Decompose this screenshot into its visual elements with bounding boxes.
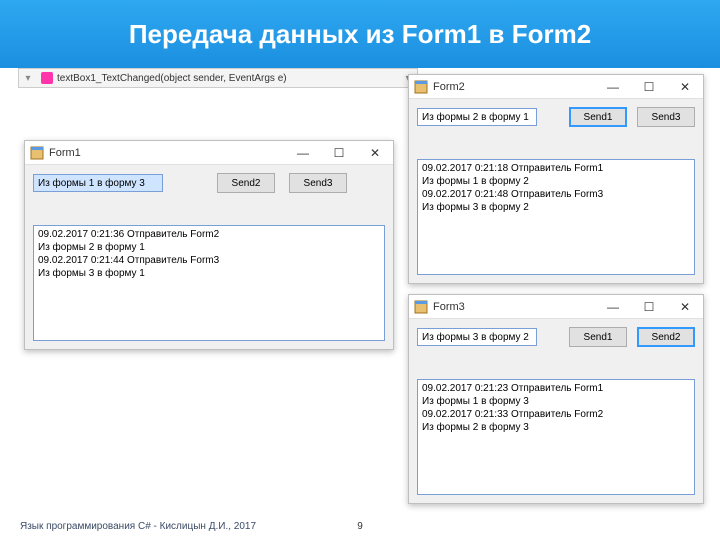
minimize-button[interactable]: — — [595, 75, 631, 99]
minimize-button[interactable]: — — [285, 141, 321, 165]
page-number: 9 — [357, 521, 363, 532]
titlebar[interactable]: Form3 — ☐ ✕ — [409, 295, 703, 319]
send3-button[interactable]: Send3 — [637, 107, 695, 127]
minimize-button[interactable]: — — [595, 295, 631, 319]
send2-button[interactable]: Send2 — [217, 173, 275, 193]
app-icon — [414, 80, 428, 94]
window-form3: Form3 — ☐ ✕ Из формы 3 в форму 2 Send1 S… — [408, 294, 704, 504]
window-form1: Form1 — ☐ ✕ Из формы 1 в форму 3 Send2 S… — [24, 140, 394, 350]
send2-button[interactable]: Send2 — [637, 327, 695, 347]
lightning-icon — [41, 72, 53, 84]
window-title: Form3 — [433, 301, 595, 313]
send1-button[interactable]: Send1 — [569, 327, 627, 347]
input-message[interactable]: Из формы 3 в форму 2 — [417, 328, 537, 346]
footer-text: Язык программирования C# - Кислицын Д.И.… — [20, 521, 256, 532]
vs-method-name: textBox1_TextChanged(object sender, Even… — [57, 73, 399, 84]
send1-button[interactable]: Send1 — [569, 107, 627, 127]
titlebar[interactable]: Form2 — ☐ ✕ — [409, 75, 703, 99]
app-icon — [414, 300, 428, 314]
window-form2: Form2 — ☐ ✕ Из формы 2 в форму 1 Send1 S… — [408, 74, 704, 284]
maximize-button[interactable]: ☐ — [631, 75, 667, 99]
titlebar[interactable]: Form1 — ☐ ✕ — [25, 141, 393, 165]
close-button[interactable]: ✕ — [357, 141, 393, 165]
input-message[interactable]: Из формы 1 в форму 3 — [33, 174, 163, 192]
close-button[interactable]: ✕ — [667, 75, 703, 99]
log-box[interactable]: 09.02.2017 0:21:18 Отправитель Form1 Из … — [417, 159, 695, 275]
vs-method-dropdown[interactable]: ▾ textBox1_TextChanged(object sender, Ev… — [18, 68, 418, 88]
send3-button[interactable]: Send3 — [289, 173, 347, 193]
maximize-button[interactable]: ☐ — [321, 141, 357, 165]
window-title: Form1 — [49, 147, 285, 159]
log-box[interactable]: 09.02.2017 0:21:36 Отправитель Form2 Из … — [33, 225, 385, 341]
input-message[interactable]: Из формы 2 в форму 1 — [417, 108, 537, 126]
slide-footer: Язык программирования C# - Кислицын Д.И.… — [20, 521, 700, 532]
window-title: Form2 — [433, 81, 595, 93]
maximize-button[interactable]: ☐ — [631, 295, 667, 319]
app-icon — [30, 146, 44, 160]
chevron-down-icon: ▾ — [19, 73, 37, 84]
slide-title: Передача данных из Form1 в Form2 — [0, 0, 720, 68]
close-button[interactable]: ✕ — [667, 295, 703, 319]
log-box[interactable]: 09.02.2017 0:21:23 Отправитель Form1 Из … — [417, 379, 695, 495]
